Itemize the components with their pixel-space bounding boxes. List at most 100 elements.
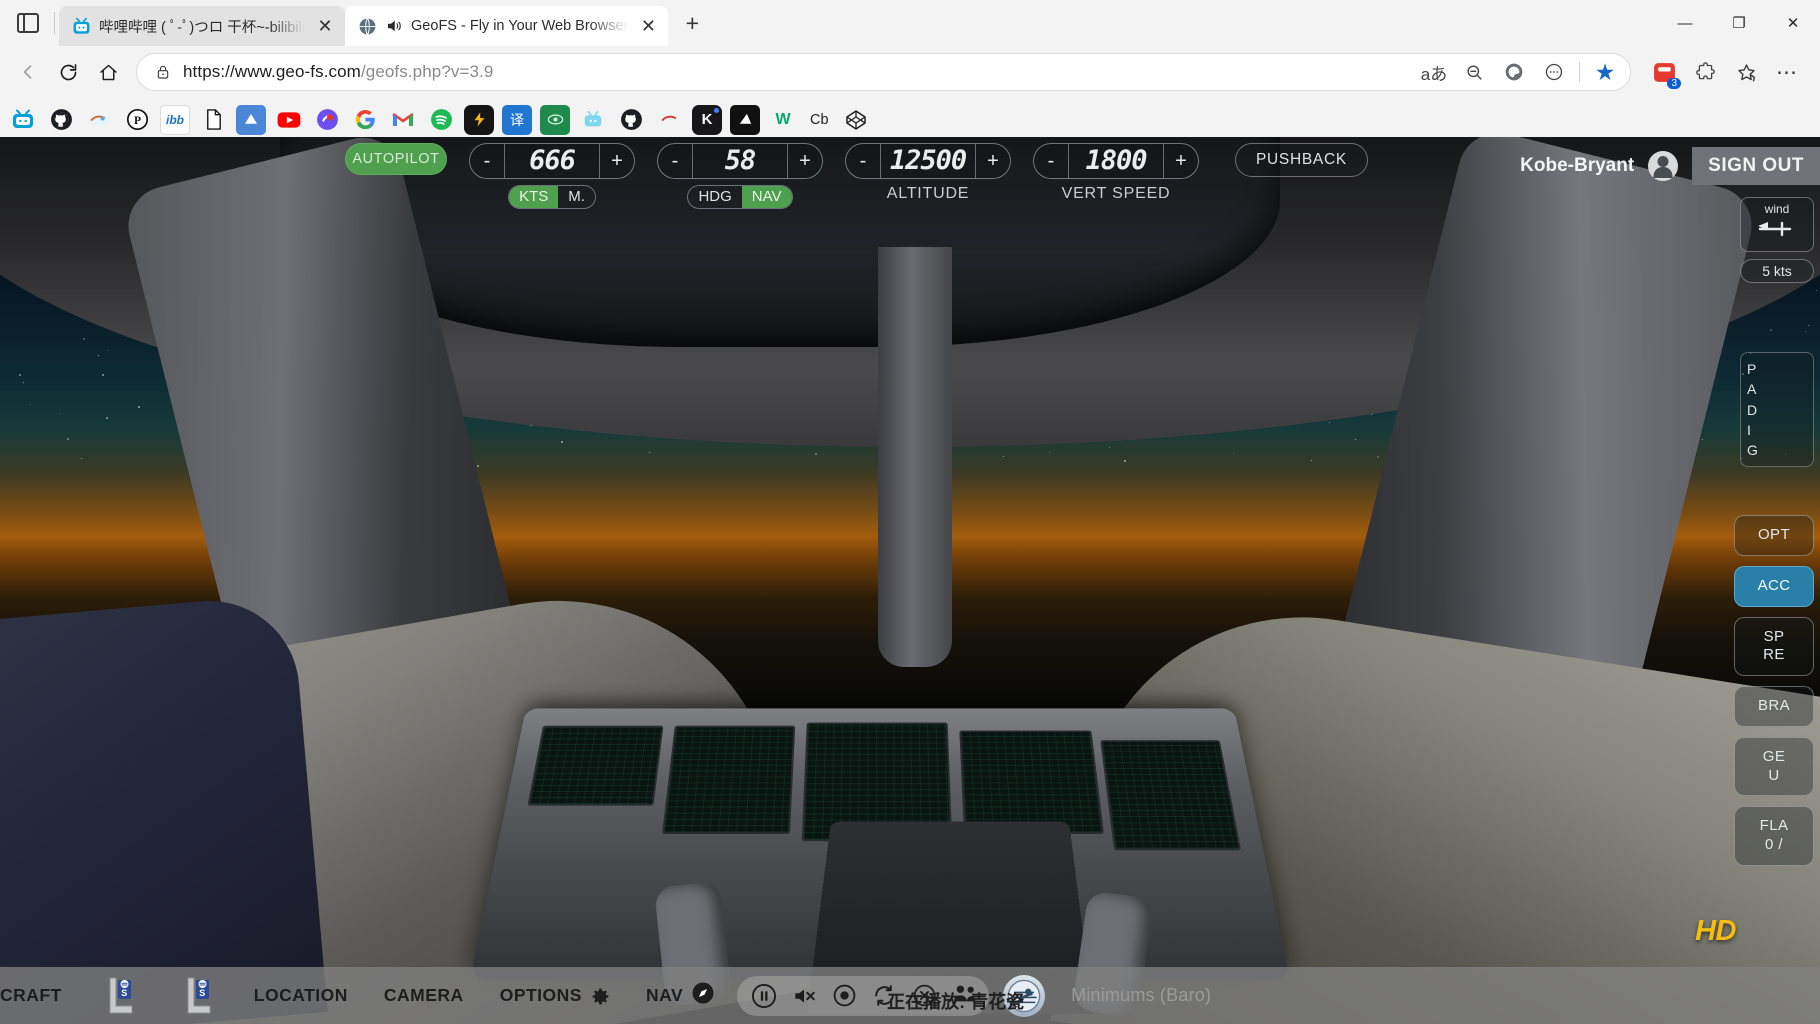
bookmark-imgbb[interactable]: ibb bbox=[160, 104, 190, 135]
bookmark-spotify[interactable] bbox=[426, 105, 456, 135]
maximize-button[interactable]: ❐ bbox=[1712, 0, 1766, 46]
gear-button[interactable]: GE U bbox=[1734, 736, 1814, 797]
bookmark-w3schools[interactable]: W bbox=[768, 105, 798, 135]
collections-icon[interactable] bbox=[1495, 55, 1533, 89]
read-aloud-icon[interactable]: aあ bbox=[1415, 55, 1453, 89]
more-page-icon[interactable] bbox=[1535, 55, 1573, 89]
bookmark-cloud-red[interactable] bbox=[654, 105, 684, 135]
autopilot-master-button[interactable]: AUTOPILOT bbox=[345, 143, 447, 175]
aircraft-menu-button[interactable]: CRAFT bbox=[0, 985, 80, 1006]
pause-icon[interactable] bbox=[747, 979, 781, 1013]
bookmark-green-eye-app[interactable] bbox=[540, 104, 570, 135]
bookmark-youtube[interactable] bbox=[274, 105, 304, 135]
tab-close-button[interactable]: ✕ bbox=[313, 14, 337, 38]
bookmark-bilibili[interactable] bbox=[8, 105, 38, 135]
back-button[interactable] bbox=[8, 52, 48, 92]
close-window-button[interactable]: ✕ bbox=[1766, 0, 1820, 46]
navigation-toolbar: https://www.geo-fs.com/geofs.php?v=3.9 a… bbox=[0, 46, 1820, 98]
heading-increase-button[interactable]: + bbox=[788, 144, 822, 178]
favorites-icon[interactable] bbox=[1727, 53, 1765, 91]
flight-info-panel: P A D I G bbox=[1740, 352, 1814, 468]
bookmark-k-app[interactable]: K bbox=[692, 104, 722, 135]
bookmark-rocket-app[interactable] bbox=[464, 104, 494, 135]
spot-reset-button[interactable]: SP RE bbox=[1734, 616, 1814, 676]
heading-mode-toggle[interactable]: HDG NAV bbox=[687, 185, 793, 209]
nav-menu-button[interactable]: NAV bbox=[628, 981, 733, 1010]
speed-mode-kts[interactable]: KTS bbox=[509, 186, 559, 208]
bookmark-blue-app[interactable] bbox=[236, 104, 266, 135]
accessibility-button[interactable]: ACC bbox=[1734, 565, 1814, 607]
location-menu-button[interactable]: LOCATION bbox=[236, 985, 366, 1006]
heading-mode-hdg[interactable]: HDG bbox=[688, 186, 741, 208]
ls-logo-1[interactable]: S bbox=[80, 976, 158, 1016]
heading-decrease-button[interactable]: - bbox=[658, 144, 692, 178]
bookmark-doc-page[interactable] bbox=[198, 105, 228, 135]
altitude-value[interactable]: 12500 bbox=[880, 144, 976, 178]
new-tab-button[interactable]: + bbox=[674, 5, 710, 41]
vertical-speed-pill: - 1800 + bbox=[1033, 143, 1199, 179]
tab-bilibili[interactable]: 哔哩哔哩 ( ﾟ-ﾟ)つロ 干杯~-bilibili ✕ bbox=[59, 6, 346, 46]
autopilot-vertical-speed-group: - 1800 + VERT SPEED bbox=[1033, 143, 1199, 203]
flight-info-line-2: A bbox=[1747, 381, 1757, 398]
bookmark-gmail[interactable] bbox=[388, 105, 418, 135]
extension-red-icon[interactable]: 3 bbox=[1645, 53, 1683, 91]
bookmark-p-circle[interactable]: P bbox=[122, 105, 152, 135]
address-bar[interactable]: https://www.geo-fs.com/geofs.php?v=3.9 a… bbox=[136, 53, 1631, 91]
user-avatar-icon[interactable] bbox=[1648, 151, 1679, 181]
reload-icon[interactable] bbox=[48, 52, 88, 92]
bookmark-github[interactable] bbox=[46, 105, 76, 135]
altitude-decrease-button[interactable]: - bbox=[846, 144, 880, 178]
geofs-viewport[interactable]: AUTOPILOT - 666 + KTS M. - 58 + HDG NAV … bbox=[0, 137, 1820, 1024]
zoom-out-icon[interactable] bbox=[1455, 55, 1493, 89]
heading-value[interactable]: 58 bbox=[692, 144, 788, 178]
tab-close-button[interactable]: ✕ bbox=[636, 14, 660, 38]
vertical-speed-decrease-button[interactable]: - bbox=[1034, 144, 1068, 178]
globe-icon bbox=[357, 16, 377, 36]
window-controls: — ❐ ✕ bbox=[1658, 0, 1820, 46]
speed-mode-mach[interactable]: M. bbox=[558, 186, 595, 208]
bookmark-translate[interactable]: 译 bbox=[502, 104, 532, 135]
brakes-button[interactable]: BRA bbox=[1734, 686, 1814, 727]
browser-window: 哔哩哔哩 ( ﾟ-ﾟ)つロ 干杯~-bilibili ✕ GeoFS - Fly… bbox=[0, 0, 1820, 1024]
minimums-label[interactable]: Minimums (Baro) bbox=[1071, 985, 1211, 1006]
tab-mute-icon[interactable] bbox=[385, 17, 403, 35]
bookmark-google[interactable] bbox=[350, 105, 380, 135]
tab-actions-button[interactable] bbox=[4, 0, 52, 46]
bookmark-cloud-tool[interactable] bbox=[84, 105, 114, 135]
options-menu-button[interactable]: OPTIONS bbox=[482, 985, 628, 1006]
vertical-speed-label-row: VERT SPEED bbox=[1033, 185, 1199, 203]
camera-menu-button[interactable]: CAMERA bbox=[366, 985, 482, 1006]
altitude-increase-button[interactable]: + bbox=[976, 144, 1010, 178]
favorite-star-icon[interactable]: ★ bbox=[1586, 55, 1624, 89]
sign-out-button[interactable]: SIGN OUT bbox=[1692, 147, 1820, 185]
media-controls-group: 正在播放: 青花瓷 bbox=[737, 975, 1024, 1016]
bookmark-cb[interactable]: Cb bbox=[806, 112, 833, 128]
vertical-speed-value[interactable]: 1800 bbox=[1068, 144, 1164, 178]
tab-geofs[interactable]: GeoFS - Fly in Your Web Browser ✕ bbox=[345, 6, 669, 46]
speed-mode-toggle[interactable]: KTS M. bbox=[508, 185, 596, 209]
options-button[interactable]: OPT bbox=[1734, 515, 1814, 556]
record-icon[interactable] bbox=[827, 979, 861, 1013]
speed-decrease-button[interactable]: - bbox=[470, 144, 504, 178]
bookmark-bili-mini[interactable] bbox=[578, 105, 608, 135]
settings-more-icon[interactable]: ⋯ bbox=[1768, 53, 1806, 91]
flaps-button[interactable]: FLA 0 / bbox=[1734, 806, 1814, 866]
home-icon[interactable] bbox=[88, 52, 128, 92]
bookmark-github-2[interactable] bbox=[616, 105, 646, 135]
minimize-button[interactable]: — bbox=[1658, 0, 1712, 46]
bookmark-white-paper-app[interactable] bbox=[730, 104, 760, 135]
svg-text:P: P bbox=[134, 115, 141, 127]
heading-pill: - 58 + bbox=[657, 143, 823, 179]
ls-logo-2[interactable]: S bbox=[158, 976, 236, 1016]
bookmark-codepen[interactable] bbox=[841, 105, 871, 135]
speed-value[interactable]: 666 bbox=[504, 144, 600, 178]
vertical-speed-increase-button[interactable]: + bbox=[1164, 144, 1198, 178]
speed-increase-button[interactable]: + bbox=[600, 144, 634, 178]
heading-mode-row: HDG NAV bbox=[657, 185, 823, 209]
pushback-button[interactable]: PUSHBACK bbox=[1235, 143, 1368, 177]
heading-mode-nav[interactable]: NAV bbox=[741, 186, 792, 208]
extensions-puzzle-icon[interactable] bbox=[1686, 53, 1724, 91]
bookmark-red-circle-app[interactable] bbox=[312, 105, 342, 135]
mute-icon[interactable] bbox=[787, 979, 821, 1013]
wind-label: wind bbox=[1764, 202, 1790, 216]
